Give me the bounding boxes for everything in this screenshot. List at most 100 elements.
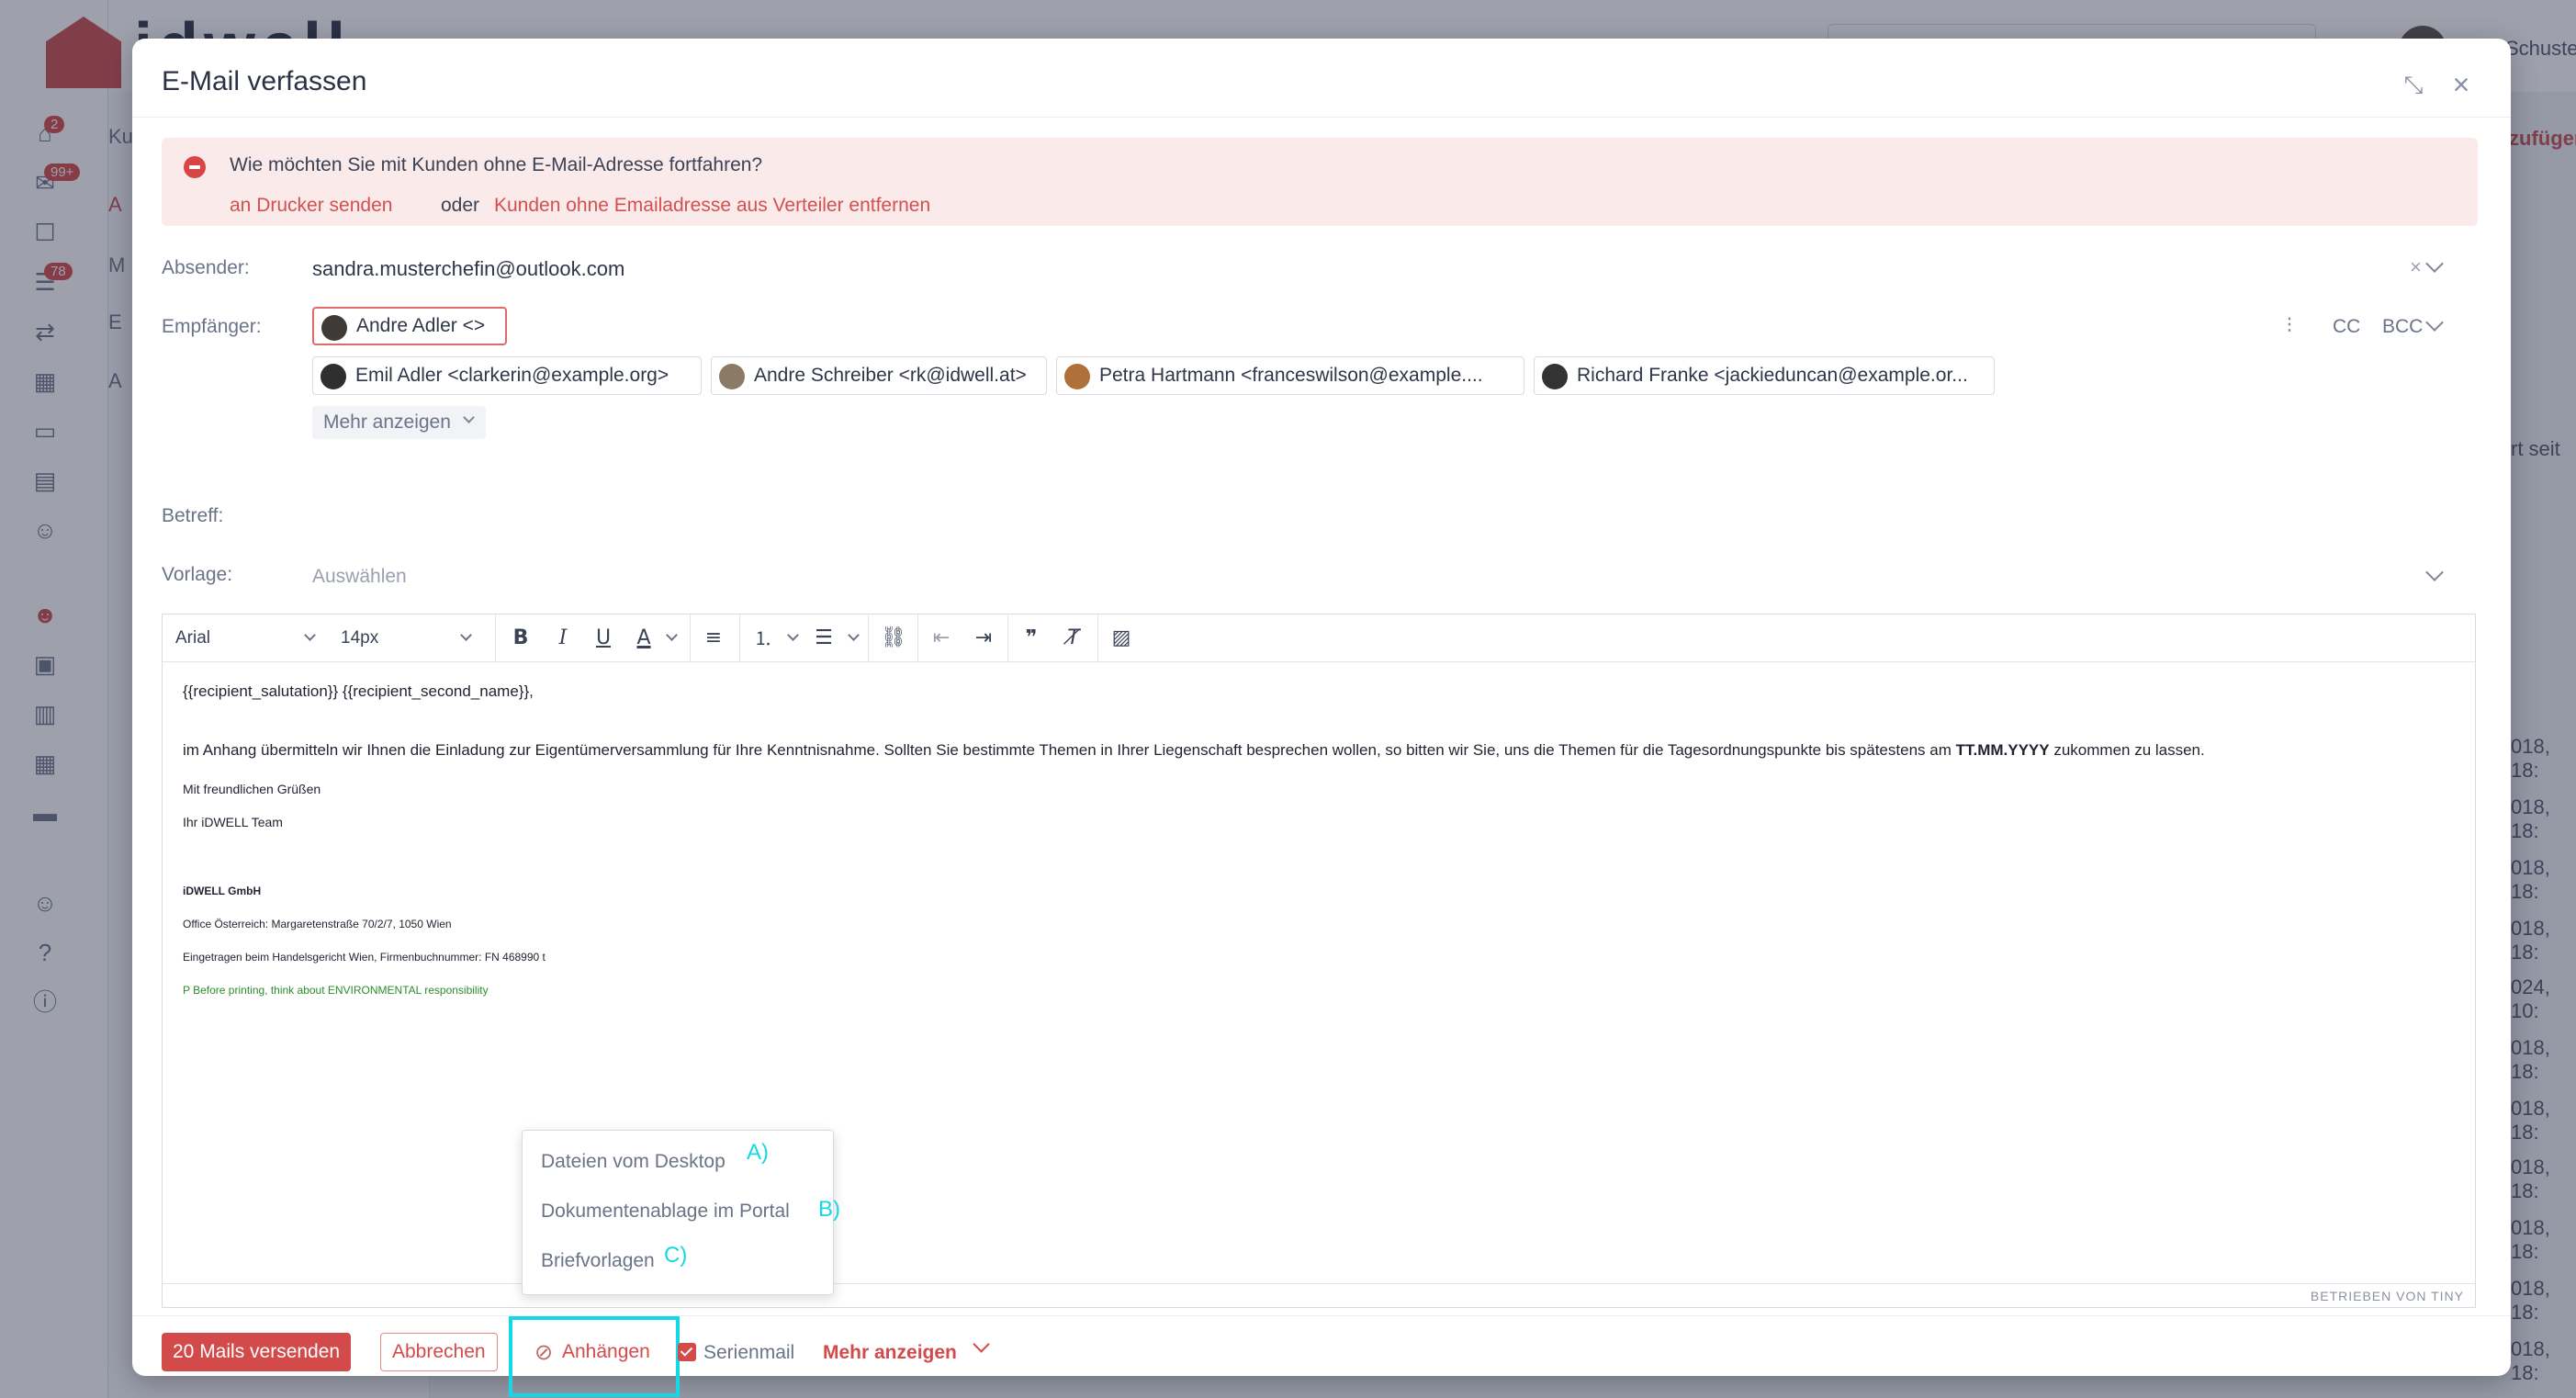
chevron-down-icon[interactable] <box>787 629 799 641</box>
powered-by-label[interactable]: BETRIEBEN VON TINY <box>2311 1289 2464 1303</box>
font-family-value: Arial <box>175 628 211 648</box>
recipient-chip[interactable]: Andre Adler <> <box>312 307 507 345</box>
image-icon[interactable]: ▨ <box>1105 622 1138 655</box>
bullet-list-icon[interactable]: ☰ <box>807 622 840 655</box>
link-icon[interactable]: ⛓ <box>877 622 910 655</box>
cancel-button[interactable]: Abbrechen <box>380 1333 498 1371</box>
dialog-header: E-Mail verfassen ⤡ × <box>132 39 2511 118</box>
attach-button[interactable]: ⊘ Anhängen <box>525 1333 661 1371</box>
toolbar-divider <box>1007 614 1008 662</box>
show-more-options-button[interactable]: Mehr anzeigen <box>823 1342 957 1364</box>
chevron-down-icon[interactable] <box>973 1336 990 1353</box>
attach-label: Anhängen <box>562 1341 650 1362</box>
subject-label: Betreff: <box>162 505 224 526</box>
team-line: Ihr iDWELL Team <box>183 815 283 829</box>
menu-item-label: Dateien vom Desktop <box>541 1151 726 1172</box>
deadline-placeholder: TT.MM.YYYY <box>1955 741 2050 759</box>
chevron-down-icon[interactable] <box>2425 313 2444 332</box>
template-select[interactable]: Auswählen <box>312 558 2470 595</box>
chevron-down-icon[interactable] <box>848 629 860 641</box>
chevron-down-icon[interactable] <box>2425 254 2444 273</box>
menu-item-label: Briefvorlagen <box>541 1250 655 1271</box>
sender-label: Absender: <box>162 257 250 278</box>
recipient-chip-label: Andre Adler <> <box>356 315 486 336</box>
bcc-toggle[interactable]: BCC <box>2382 316 2423 338</box>
show-more-label: Mehr anzeigen <box>323 412 451 433</box>
cc-toggle[interactable]: CC <box>2333 316 2360 338</box>
closing-line: Mit freundlichen Grüßen <box>183 782 321 796</box>
recipient-chip-label: Andre Schreiber <rk@idwell.at> <box>754 365 1027 386</box>
dialog-footer: 20 Mails versenden Abbrechen ⊘ Anhängen … <box>132 1315 2511 1397</box>
bold-icon[interactable]: B <box>504 622 537 655</box>
menu-item-label: Dokumentenablage im Portal <box>541 1201 790 1222</box>
alert-message: Wie möchten Sie mit Kunden ohne E-Mail-A… <box>230 154 763 175</box>
chevron-down-icon[interactable] <box>666 629 678 641</box>
text-color-icon[interactable]: A <box>627 622 660 655</box>
rich-text-editor: Arial 14px B I U A ≡ ⒈ ☰ ⛓ ⇤ ⇥ ❞ T̸ ▨ {{… <box>162 614 2476 1308</box>
recipient-chip[interactable]: Petra Hartmann <franceswilson@example...… <box>1056 356 1524 395</box>
toolbar-divider <box>739 614 740 662</box>
minus-circle-icon <box>184 156 206 178</box>
greeting-line: {{recipient_salutation}} {{recipient_sec… <box>183 682 534 700</box>
collapse-icon[interactable]: ⤡ <box>2397 68 2430 101</box>
indent-icon[interactable]: ⇥ <box>967 622 1000 655</box>
chevron-down-icon <box>463 412 475 423</box>
body-paragraph: im Anhang übermitteln wir Ihnen die Einl… <box>183 741 2205 760</box>
recipients-label: Empfänger: <box>162 316 262 337</box>
remove-from-distribution-link[interactable]: Kunden ohne Emailadresse aus Verteiler e… <box>494 195 930 217</box>
toolbar-divider <box>1097 614 1098 662</box>
registry-info: Eingetragen beim Handelsgericht Wien, Fi… <box>183 951 546 964</box>
template-label: Vorlage: <box>162 564 233 585</box>
send-mails-button[interactable]: 20 Mails versenden <box>162 1333 352 1371</box>
blockquote-icon[interactable]: ❞ <box>1015 622 1048 655</box>
clear-format-icon[interactable]: T̸ <box>1057 622 1090 655</box>
menu-item-desktop-files[interactable]: Dateien vom Desktop <box>541 1151 726 1173</box>
eco-note: P Before printing, think about ENVIRONME… <box>183 984 489 997</box>
numbered-list-icon[interactable]: ⒈ <box>747 622 780 655</box>
clear-icon[interactable]: × <box>2410 255 2422 279</box>
outdent-icon[interactable]: ⇤ <box>925 622 958 655</box>
toolbar-divider <box>495 614 496 662</box>
annotation-mark: A) <box>747 1140 769 1165</box>
align-left-icon[interactable]: ≡ <box>697 622 730 655</box>
serial-mail-label[interactable]: Serienmail <box>703 1342 794 1364</box>
menu-item-portal-documents[interactable]: Dokumentenablage im Portal <box>541 1201 790 1223</box>
recipient-chip[interactable]: Andre Schreiber <rk@idwell.at> <box>711 356 1047 395</box>
alert-or-text: oder <box>441 195 480 216</box>
sliders-icon[interactable]: ⫶ <box>2287 314 2292 338</box>
office-address: Office Österreich: Margaretenstraße 70/2… <box>183 918 452 930</box>
toolbar-divider <box>917 614 918 662</box>
show-more-recipients-button[interactable]: Mehr anzeigen <box>312 406 486 439</box>
recipient-chip-label: Petra Hartmann <franceswilson@example...… <box>1099 365 1483 386</box>
recipient-chip-label: Richard Franke <jackieduncan@example.or.… <box>1577 365 1968 386</box>
font-family-select[interactable]: Arial <box>163 622 328 655</box>
paperclip-icon: ⊘ <box>534 1339 554 1365</box>
menu-item-letter-templates[interactable]: Briefvorlagen <box>541 1250 655 1272</box>
editor-content[interactable]: {{recipient_salutation}} {{recipient_sec… <box>163 662 2475 1283</box>
avatar <box>321 364 346 389</box>
avatar <box>719 364 745 389</box>
font-size-value: 14px <box>341 628 379 648</box>
toolbar-divider <box>868 614 869 662</box>
send-to-printer-link[interactable]: an Drucker senden <box>230 195 392 217</box>
company-name: iDWELL GmbH <box>183 885 262 897</box>
avatar <box>1064 364 1090 389</box>
annotation-mark: B) <box>818 1197 840 1222</box>
italic-icon[interactable]: I <box>546 622 579 655</box>
annotation-mark: C) <box>664 1243 688 1268</box>
toolbar-divider <box>690 614 691 662</box>
compose-email-dialog: E-Mail verfassen ⤡ × Wie möchten Sie mit… <box>132 39 2511 1397</box>
sender-select[interactable]: sandra.musterchefin@outlook.com <box>312 257 624 281</box>
serial-mail-checkbox[interactable] <box>678 1343 696 1361</box>
subject-input[interactable] <box>312 500 2470 536</box>
underline-icon[interactable]: U <box>587 622 620 655</box>
body-paragraph-start: im Anhang übermitteln wir Ihnen die Einl… <box>183 741 1956 759</box>
editor-statusbar: BETRIEBEN VON TINY <box>163 1283 2475 1307</box>
avatar <box>1542 364 1568 389</box>
recipient-chip[interactable]: Richard Franke <jackieduncan@example.or.… <box>1534 356 1995 395</box>
recipient-chip[interactable]: Emil Adler <clarkerin@example.org> <box>312 356 702 395</box>
dialog-title: E-Mail verfassen <box>162 66 367 96</box>
attach-menu: Dateien vom Desktop A) Dokumentenablage … <box>522 1130 840 1295</box>
close-icon[interactable]: × <box>2445 68 2478 101</box>
body-paragraph-end: zukommen zu lassen. <box>2049 741 2205 759</box>
